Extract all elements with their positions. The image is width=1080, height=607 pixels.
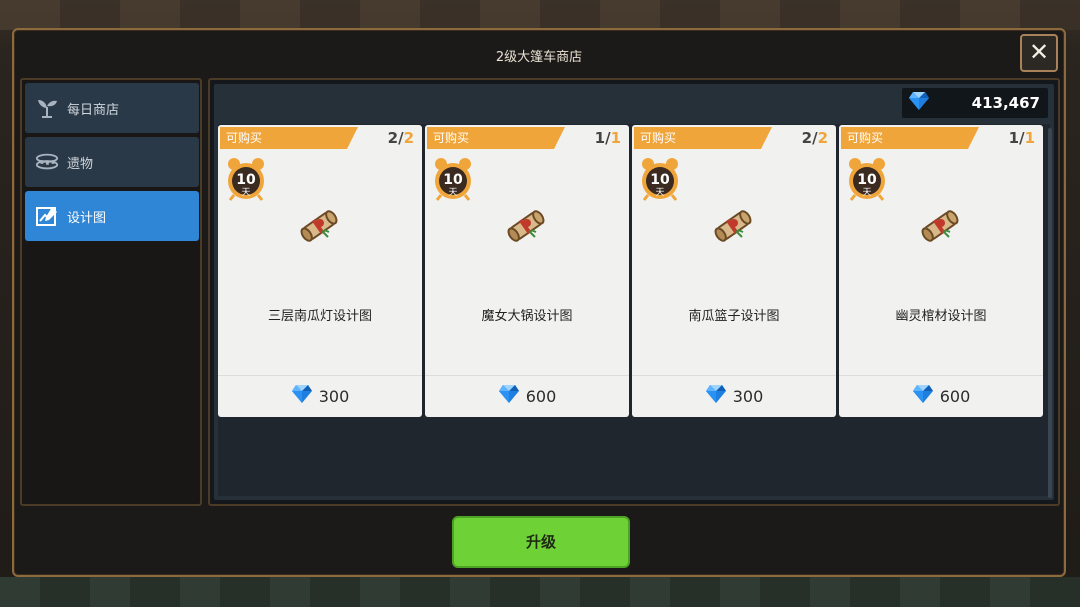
blueprint-scroll-icon xyxy=(298,205,340,247)
alarm-clock-icon: 10 天 xyxy=(433,157,473,201)
purchasable-tag: 可购买 xyxy=(427,127,565,149)
item-name: 幽灵棺材设计图 xyxy=(895,309,987,324)
item-card[interactable]: 可购买 2/2 10 天 xyxy=(218,125,422,417)
alarm-clock-icon: 10 天 xyxy=(640,157,680,201)
svg-text:10: 10 xyxy=(857,172,877,188)
price-value: 300 xyxy=(732,386,764,406)
scrollbar[interactable] xyxy=(1048,128,1052,498)
item-card[interactable]: 可购买 1/1 10 天 xyxy=(425,125,629,417)
diamond-icon xyxy=(908,91,930,115)
svg-text:10: 10 xyxy=(650,172,670,188)
item-name: 南瓜篮子设计图 xyxy=(688,309,780,324)
sidebar-item-label: 设计图 xyxy=(67,210,107,226)
diamond-icon xyxy=(705,384,727,408)
stock-count: 1/1 xyxy=(594,129,621,147)
sidebar-item-label: 每日商店 xyxy=(67,102,120,118)
blueprint-icon xyxy=(35,204,59,228)
svg-text:10: 10 xyxy=(236,172,256,188)
sidebar: 每日商店 遗物 设计图 xyxy=(20,78,202,506)
currency-display: 413,467 xyxy=(902,88,1048,118)
diamond-icon xyxy=(498,384,520,408)
svg-text:天: 天 xyxy=(448,188,457,198)
background-bottom-strip xyxy=(0,577,1080,607)
svg-text:10: 10 xyxy=(443,172,463,188)
stock-count: 2/2 xyxy=(387,129,414,147)
svg-text:天: 天 xyxy=(241,188,250,198)
stock-count: 1/1 xyxy=(1008,129,1035,147)
card-divider xyxy=(839,375,1043,376)
item-name: 魔女大锅设计图 xyxy=(481,309,573,324)
purchasable-tag: 可购买 xyxy=(841,127,979,149)
currency-amount: 413,467 xyxy=(971,94,1040,112)
price-row: 300 xyxy=(218,383,422,409)
sidebar-item-daily-shop[interactable]: 每日商店 xyxy=(25,83,199,133)
background-top-strip xyxy=(0,0,1080,30)
stock-count: 2/2 xyxy=(801,129,828,147)
sidebar-item-blueprints[interactable]: 设计图 xyxy=(25,191,199,241)
alarm-clock-icon: 10 天 xyxy=(226,157,266,201)
purchasable-tag: 可购买 xyxy=(634,127,772,149)
price-value: 600 xyxy=(939,386,971,406)
sprout-icon xyxy=(35,96,59,120)
price-row: 600 xyxy=(839,383,1043,409)
blueprint-scroll-icon xyxy=(712,205,754,247)
price-row: 300 xyxy=(632,383,836,409)
blueprint-scroll-icon xyxy=(505,205,547,247)
upgrade-button[interactable]: 升级 xyxy=(452,516,630,568)
diamond-icon xyxy=(291,384,313,408)
svg-text:天: 天 xyxy=(655,188,664,198)
card-divider xyxy=(425,375,629,376)
card-divider xyxy=(632,375,836,376)
sidebar-item-label: 遗物 xyxy=(67,156,94,172)
item-card[interactable]: 可购买 2/2 10 天 xyxy=(632,125,836,417)
diamond-icon xyxy=(912,384,934,408)
item-name: 三层南瓜灯设计图 xyxy=(267,309,372,324)
alarm-clock-icon: 10 天 xyxy=(847,157,887,201)
dialog-title: 2级大篷车商店 xyxy=(495,50,583,65)
price-row: 600 xyxy=(425,383,629,409)
blueprint-scroll-icon xyxy=(919,205,961,247)
item-card[interactable]: 可购买 1/1 10 天 xyxy=(839,125,1043,417)
price-value: 600 xyxy=(525,386,557,406)
sidebar-item-relics[interactable]: 遗物 xyxy=(25,137,199,187)
relic-icon xyxy=(35,150,59,174)
svg-text:天: 天 xyxy=(862,188,871,198)
price-value: 300 xyxy=(318,386,350,406)
close-button[interactable]: ✕ xyxy=(1020,34,1058,72)
purchasable-tag: 可购买 xyxy=(220,127,358,149)
card-divider xyxy=(218,375,422,376)
